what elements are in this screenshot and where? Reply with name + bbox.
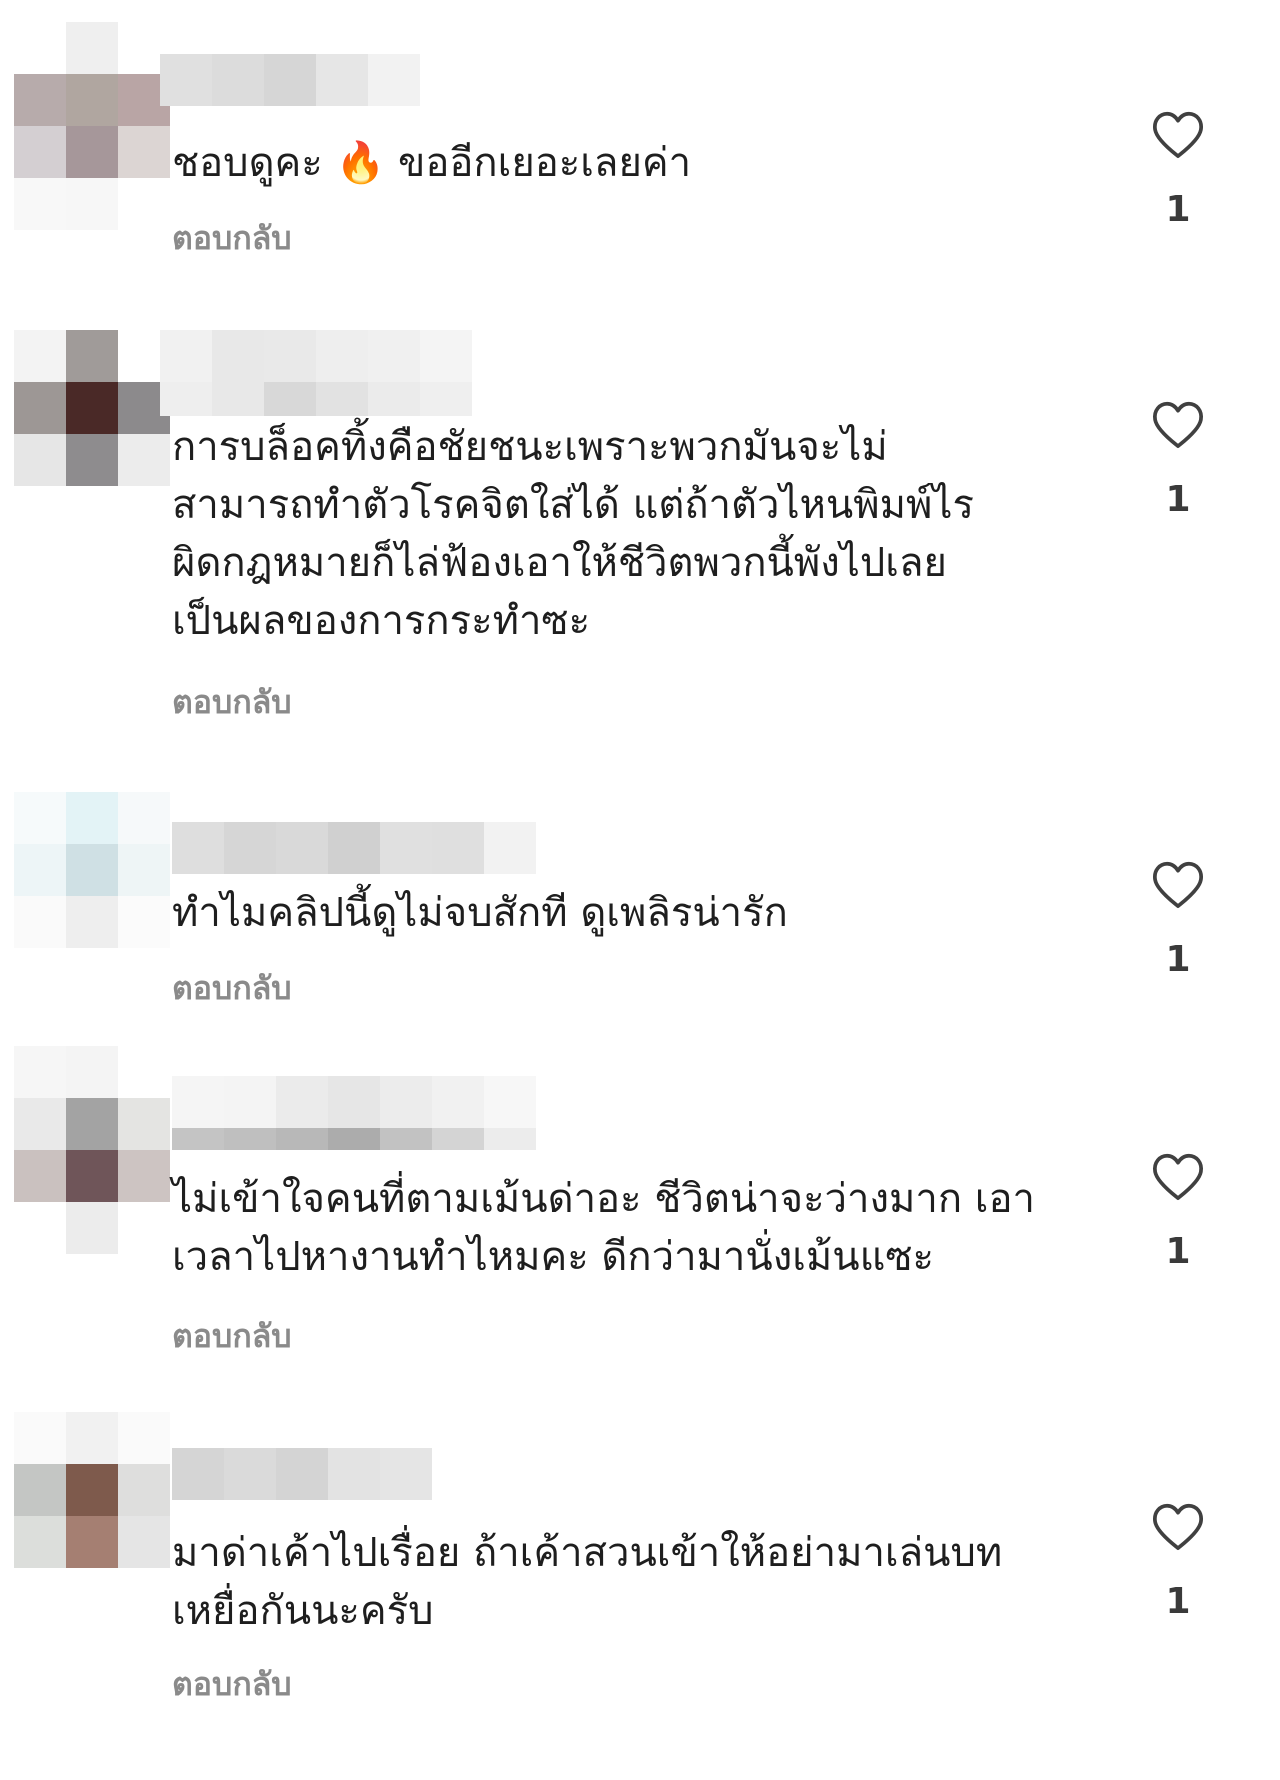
comment-text: ไม่เข้าใจคนที่ตามเม้นด่าอะ ชีวิตน่าจะว่า… — [172, 1176, 1035, 1280]
comment-text: มาด่าเค้าไปเรื่อย ถ้าเค้าสวนเข้าให้อย่าม… — [172, 1530, 1003, 1634]
username-blurred[interactable] — [172, 822, 536, 874]
reply-button[interactable]: ตอบกลับ — [172, 218, 292, 258]
like-count: 1 — [1165, 189, 1191, 230]
heart-outline-icon[interactable] — [1150, 1500, 1206, 1552]
comment-text: ชอบดูคะ 🔥 ขออีกเยอะเลยค่า — [172, 140, 692, 186]
comment-text: การบล็อคทิ้งคือชัยชนะเพราะพวกมันจะไม่ สา… — [172, 424, 974, 644]
heart-outline-icon[interactable] — [1150, 108, 1206, 160]
reply-button[interactable]: ตอบกลับ — [172, 682, 292, 722]
like-count: 1 — [1165, 939, 1191, 980]
avatar[interactable] — [14, 792, 170, 1000]
heart-outline-icon[interactable] — [1150, 1150, 1206, 1202]
avatar[interactable] — [14, 1046, 170, 1254]
avatar[interactable] — [14, 1412, 170, 1620]
comment-text: ทำไมคลิปนี้ดูไม่จบสักที ดูเพลิรน่ารัก — [172, 890, 788, 936]
username-blurred-line2 — [160, 382, 472, 416]
avatar[interactable] — [14, 22, 170, 230]
reply-button[interactable]: ตอบกลับ — [172, 1316, 292, 1356]
username-blurred[interactable] — [172, 1076, 536, 1128]
like-count: 1 — [1165, 1581, 1191, 1622]
reply-button[interactable]: ตอบกลับ — [172, 968, 292, 1008]
username-blurred[interactable] — [172, 1448, 432, 1500]
username-blurred[interactable] — [160, 54, 420, 106]
like-count: 1 — [1165, 1231, 1191, 1272]
username-blurred-line2 — [172, 1128, 536, 1150]
fire-emoji-icon: 🔥 — [335, 140, 386, 186]
heart-outline-icon[interactable] — [1150, 858, 1206, 910]
username-blurred[interactable] — [160, 330, 472, 382]
heart-outline-icon[interactable] — [1150, 398, 1206, 450]
avatar[interactable] — [14, 330, 170, 538]
like-count: 1 — [1165, 479, 1191, 520]
reply-button[interactable]: ตอบกลับ — [172, 1664, 292, 1704]
